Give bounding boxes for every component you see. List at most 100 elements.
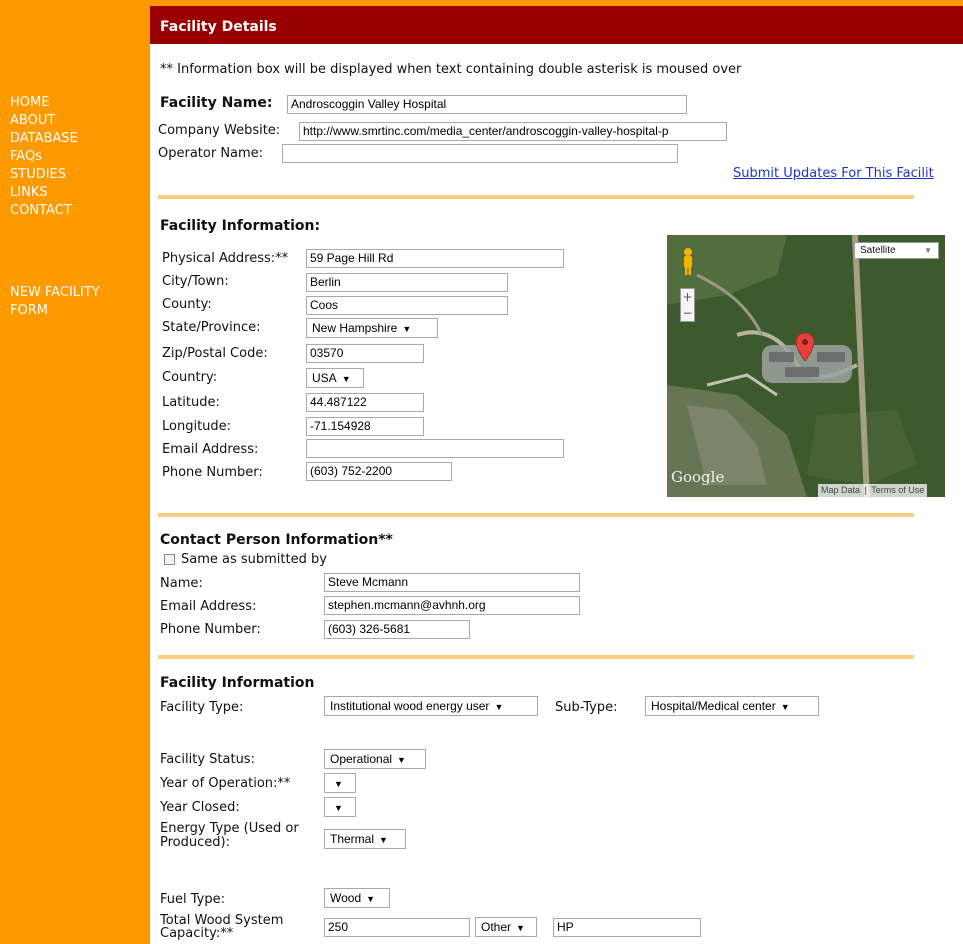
email-label: Email Address: xyxy=(162,442,259,457)
zip-label: Zip/Postal Code: xyxy=(162,346,268,361)
contact-email-input[interactable]: stephen.mcmann@avhnh.org xyxy=(324,596,580,615)
contact-heading: Contact Person Information** xyxy=(160,532,393,548)
dropdown-arrow-icon: ▼ xyxy=(516,923,525,933)
facility-type-label: Facility Type: xyxy=(160,700,244,715)
contact-phone-label: Phone Number: xyxy=(160,622,261,637)
zip-input[interactable]: 03570 xyxy=(306,344,424,363)
county-input[interactable]: Coos xyxy=(306,296,508,315)
dropdown-arrow-icon: ▼ xyxy=(341,374,351,384)
state-label: State/Province: xyxy=(162,320,261,335)
zoom-out-button[interactable]: − xyxy=(681,305,694,321)
phone-input[interactable]: (603) 752-2200 xyxy=(306,462,452,481)
nav-new-facility-line2: FORM xyxy=(10,303,48,318)
pegman-icon[interactable] xyxy=(681,247,695,275)
fuel-type-label: Fuel Type: xyxy=(160,892,225,907)
energy-type-label: Energy Type (Used or Produced): xyxy=(160,822,299,850)
same-as-checkbox[interactable] xyxy=(164,554,175,565)
year-operation-label: Year of Operation:** xyxy=(160,776,291,791)
physical-address-input[interactable]: 59 Page Hill Rd xyxy=(306,249,564,268)
page-header: Facility Details xyxy=(150,6,963,44)
nav-home[interactable]: HOME xyxy=(10,94,49,112)
city-label: City/Town: xyxy=(162,274,229,289)
longitude-label: Longitude: xyxy=(162,419,232,434)
company-website-label: Company Website: xyxy=(158,123,281,138)
terms-of-use-link[interactable]: Terms of Use xyxy=(871,485,924,495)
submit-updates-link[interactable]: Submit Updates For This Facilit xyxy=(733,166,934,181)
dropdown-arrow-icon: ▼ xyxy=(334,803,343,813)
nav-about[interactable]: ABOUT xyxy=(10,112,55,130)
zoom-control: + − xyxy=(680,288,695,322)
capacity-label: Total Wood System Capacity:** xyxy=(160,914,283,940)
energy-type-label-line2: Produced): xyxy=(160,835,230,850)
year-closed-label: Year Closed: xyxy=(160,800,240,815)
fuel-type-select[interactable]: Wood ▼ xyxy=(324,888,390,908)
info-note: ** Information box will be displayed whe… xyxy=(160,62,742,77)
contact-phone-input[interactable]: (603) 326-5681 xyxy=(324,620,470,639)
subtype-select[interactable]: Hospital/Medical center ▼ xyxy=(645,696,819,716)
contact-email-label: Email Address: xyxy=(160,599,257,614)
contact-name-label: Name: xyxy=(160,576,203,591)
fuel-type-value: Wood xyxy=(330,891,362,905)
facility-details-heading: Facility Information xyxy=(160,675,315,691)
nav-database[interactable]: DATABASE xyxy=(10,130,78,148)
separator xyxy=(158,655,914,659)
facility-info-heading: Facility Information: xyxy=(160,218,321,234)
nav-links[interactable]: LINKS xyxy=(10,184,48,202)
map-type-button[interactable]: Satellite ▼ xyxy=(854,242,939,259)
longitude-input[interactable]: -71.154928 xyxy=(306,417,424,436)
facility-status-select[interactable]: Operational ▼ xyxy=(324,749,426,769)
facility-type-value: Institutional wood energy user xyxy=(330,699,490,713)
energy-type-label-line1: Energy Type (Used or xyxy=(160,821,299,836)
physical-address-label: Physical Address:** xyxy=(162,251,289,266)
facility-status-value: Operational xyxy=(330,752,393,766)
energy-type-select[interactable]: Thermal ▼ xyxy=(324,829,406,849)
facility-type-select[interactable]: Institutional wood energy user ▼ xyxy=(324,696,538,716)
country-label: Country: xyxy=(162,370,218,385)
operator-name-label: Operator Name: xyxy=(158,146,264,161)
state-value: New Hampshire xyxy=(312,321,398,335)
county-label: County: xyxy=(162,297,212,312)
country-value: USA xyxy=(312,371,337,385)
capacity-unit-select[interactable]: Other ▼ xyxy=(475,917,537,937)
facility-name-input[interactable]: Androscoggin Valley Hospital xyxy=(287,95,687,114)
page-title: Facility Details xyxy=(160,19,277,35)
separator xyxy=(158,195,914,199)
dropdown-arrow-icon: ▼ xyxy=(379,835,388,845)
dropdown-arrow-icon: ▼ xyxy=(494,702,504,712)
zoom-in-button[interactable]: + xyxy=(681,289,694,305)
subtype-label: Sub-Type: xyxy=(555,700,618,715)
operator-name-input[interactable] xyxy=(282,144,678,163)
year-operation-select[interactable]: ▼ xyxy=(324,773,356,793)
nav-contact[interactable]: CONTACT xyxy=(10,202,72,220)
capacity-label-line2: Capacity:** xyxy=(160,926,234,941)
facility-status-label: Facility Status: xyxy=(160,752,255,767)
dropdown-arrow-icon: ▼ xyxy=(366,894,376,904)
contact-name-input[interactable]: Steve Mcmann xyxy=(324,573,580,592)
dropdown-arrow-icon: ▼ xyxy=(334,779,343,789)
location-map[interactable]: + − Satellite ▼ Google Map Data | Terms … xyxy=(667,235,945,497)
phone-label: Phone Number: xyxy=(162,465,263,480)
sidebar: HOME ABOUT DATABASE FAQs STUDIES LINKS C… xyxy=(0,0,150,944)
latitude-label: Latitude: xyxy=(162,395,220,410)
city-input[interactable]: Berlin xyxy=(306,273,508,292)
map-marker-icon[interactable] xyxy=(795,332,815,362)
map-type-label: Satellite xyxy=(860,245,896,256)
email-input[interactable] xyxy=(306,439,564,458)
nav-faqs[interactable]: FAQs xyxy=(10,148,42,166)
facility-name-label: Facility Name: xyxy=(160,95,273,111)
company-website-input[interactable]: http://www.smrtinc.com/media_center/andr… xyxy=(299,122,727,141)
capacity-unit-input[interactable]: HP xyxy=(553,918,701,937)
year-closed-select[interactable]: ▼ xyxy=(324,797,356,817)
country-select[interactable]: USA ▼ xyxy=(306,368,364,388)
capacity-input[interactable]: 250 xyxy=(324,918,470,937)
map-attribution: Map Data | Terms of Use xyxy=(818,484,928,497)
map-data-link[interactable]: Map Data xyxy=(821,485,860,495)
state-select[interactable]: New Hampshire ▼ xyxy=(306,318,438,338)
dropdown-arrow-icon: ▼ xyxy=(402,324,412,334)
nav-studies[interactable]: STUDIES xyxy=(10,166,66,184)
latitude-input[interactable]: 44.487122 xyxy=(306,393,424,412)
dropdown-arrow-icon: ▼ xyxy=(397,755,406,765)
nav-new-facility-line1: NEW FACILITY xyxy=(10,285,100,300)
nav-new-facility-form[interactable]: NEW FACILITY FORM xyxy=(10,284,100,320)
same-as-label: Same as submitted by xyxy=(181,552,327,567)
